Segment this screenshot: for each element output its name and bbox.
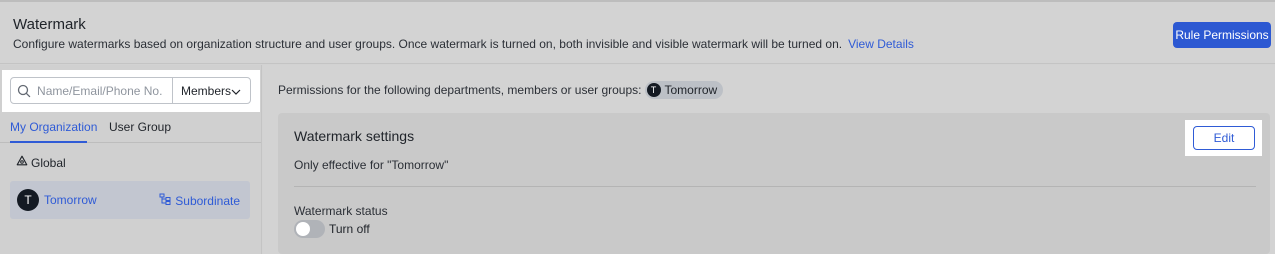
edit-highlight: Edit <box>1185 120 1262 156</box>
org-item-name: Tomorrow <box>44 193 97 207</box>
page-title: Watermark <box>13 16 86 33</box>
subordinate-button[interactable]: Subordinate <box>159 193 240 208</box>
chip-name: Tomorrow <box>664 83 718 97</box>
search-input[interactable] <box>37 79 173 102</box>
members-select[interactable]: Members <box>173 78 250 103</box>
search-icon <box>11 78 37 103</box>
tab-my-organization[interactable]: My Organization <box>10 120 97 134</box>
page-header: Watermark Configure watermarks based on … <box>0 2 1275 64</box>
card-title: Watermark settings <box>294 128 415 144</box>
main-content: Permissions for the following department… <box>263 65 1275 254</box>
global-label: Global <box>31 155 66 170</box>
subordinate-label: Subordinate <box>175 193 240 208</box>
hierarchy-icon <box>159 193 171 208</box>
card-divider <box>294 186 1256 187</box>
sidebar: Members My Organization User Group <box>0 65 262 254</box>
sidebar-tabs: My Organization User Group <box>0 113 261 143</box>
org-item-tomorrow[interactable]: T Tomorrow Subordinate <box>10 181 250 219</box>
avatar: T <box>17 189 39 211</box>
toggle-knob <box>296 222 310 236</box>
global-icon <box>16 155 28 170</box>
permissions-text: Permissions for the following department… <box>278 83 642 97</box>
description-text: Configure watermarks based on organizati… <box>13 37 843 51</box>
tab-user-group[interactable]: User Group <box>109 120 171 134</box>
chip-avatar: T <box>646 83 661 97</box>
toggle-label: Turn off <box>329 222 370 236</box>
watermark-page: Watermark Configure watermarks based on … <box>0 0 1275 254</box>
permissions-line: Permissions for the following department… <box>278 81 724 99</box>
chevron-down-icon <box>231 84 241 98</box>
members-select-value: Members <box>180 83 231 98</box>
edit-button[interactable]: Edit <box>1193 126 1255 150</box>
page-description: Configure watermarks based on organizati… <box>13 37 914 51</box>
search-field: Members <box>10 77 251 104</box>
rule-permissions-button[interactable]: Rule Permissions <box>1173 22 1271 48</box>
watermark-status-label: Watermark status <box>294 204 388 218</box>
watermark-settings-card: Watermark settings Only effective for "T… <box>278 113 1270 254</box>
effective-scope-text: Only effective for "Tomorrow" <box>294 158 449 172</box>
view-details-link[interactable]: View Details <box>848 37 914 51</box>
watermark-status-row: Turn off <box>294 220 370 238</box>
search-highlight: Members <box>2 70 260 112</box>
active-tab-indicator <box>10 141 87 143</box>
global-item[interactable]: Global <box>16 155 66 170</box>
watermark-toggle[interactable] <box>294 220 325 238</box>
selected-member-chip: T Tomorrow <box>644 81 724 99</box>
